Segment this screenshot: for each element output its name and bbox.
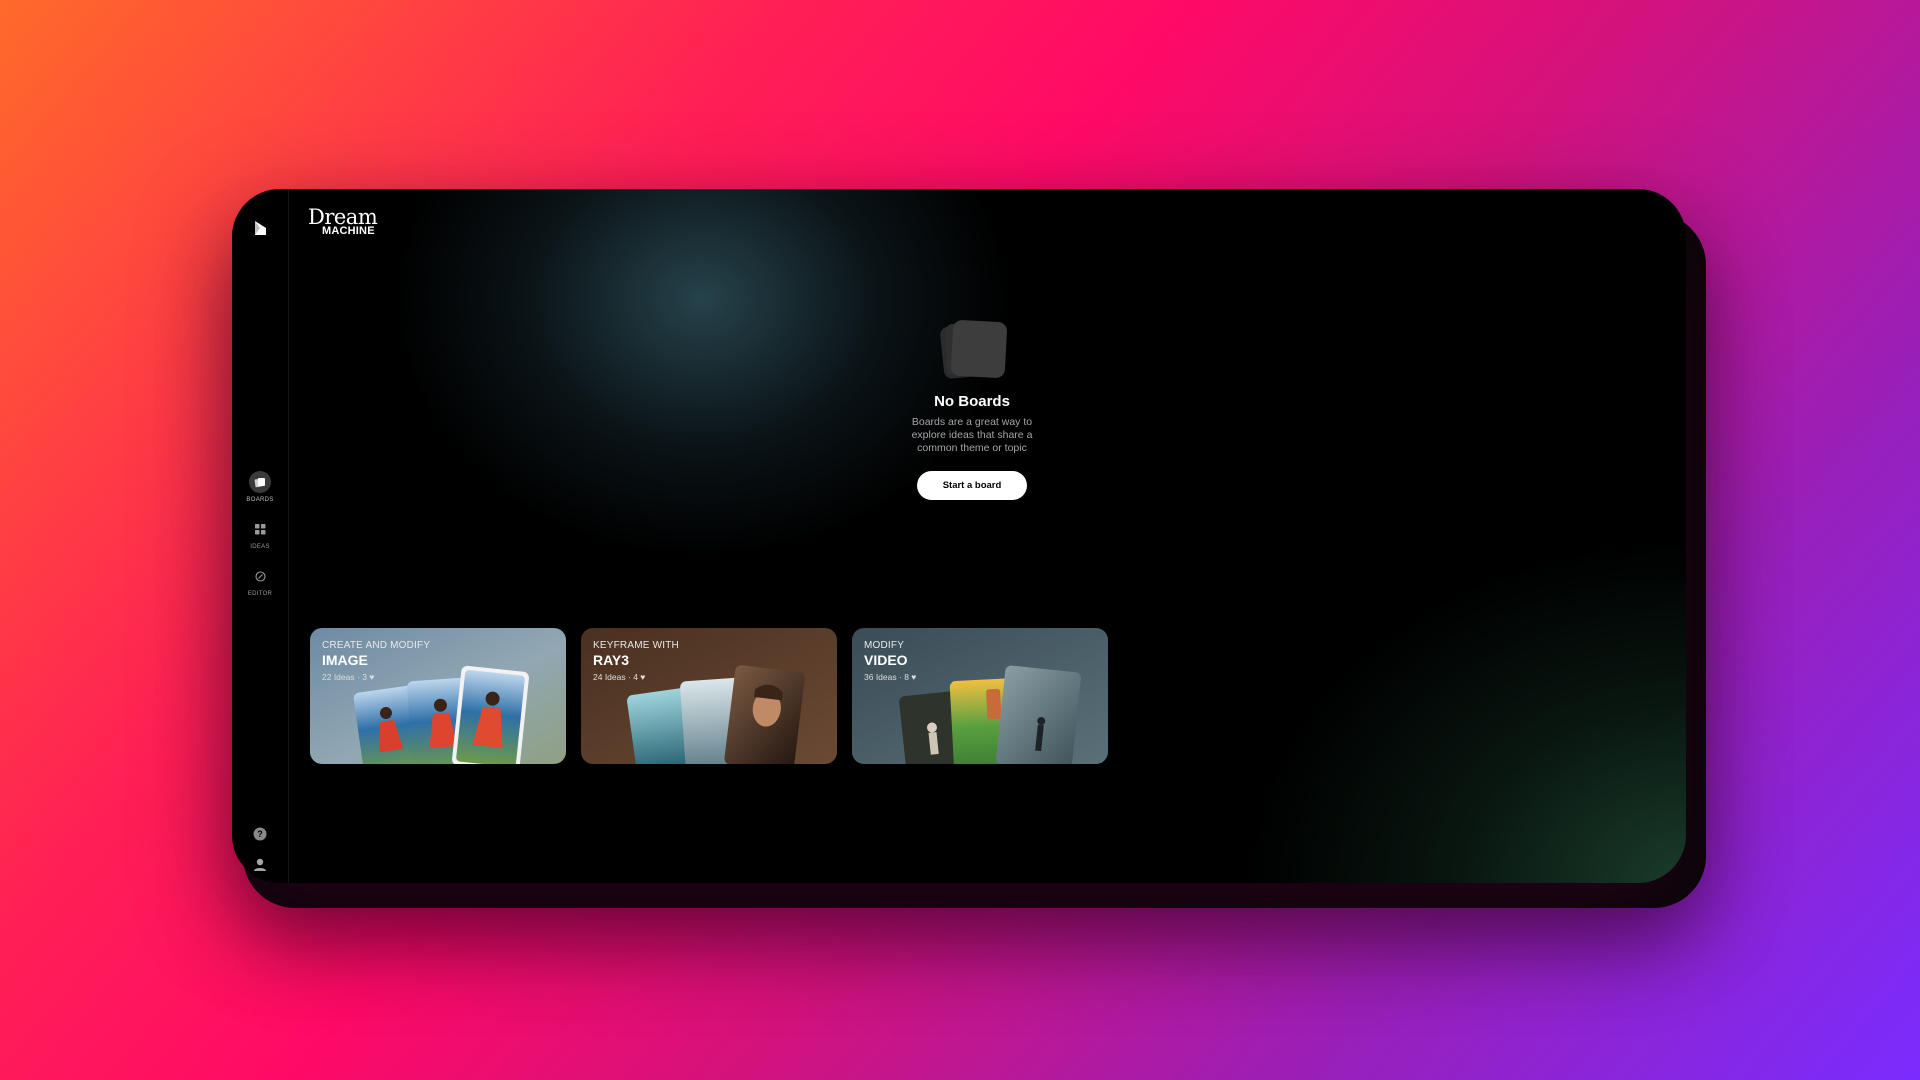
card-ray3-likes: 4 bbox=[633, 672, 638, 682]
card-image-likes: 3 bbox=[362, 672, 367, 682]
sidebar: BOARDS IDEAS EDITOR ? bbox=[232, 189, 289, 883]
card-image-text: CREATE AND MODIFY IMAGE 22 Ideas · 3 ♥ bbox=[322, 640, 430, 682]
nav-boards-label: BOARDS bbox=[246, 497, 274, 503]
card-video-ideas: 36 Ideas bbox=[864, 672, 897, 682]
card-ray3[interactable]: KEYFRAME WITH RAY3 24 Ideas · 4 ♥ bbox=[581, 628, 837, 764]
empty-state-title: No Boards bbox=[934, 393, 1010, 410]
card-ray3-ideas: 24 Ideas bbox=[593, 672, 626, 682]
card-image-title: IMAGE bbox=[322, 652, 368, 668]
heart-icon: ♥ bbox=[369, 672, 375, 682]
card-video-likes: 8 bbox=[904, 672, 909, 682]
app-window: BOARDS IDEAS EDITOR ? Dream MACHINE No B… bbox=[232, 189, 1686, 883]
app-brand: Dream MACHINE bbox=[308, 207, 378, 237]
card-image-ideas: 22 Ideas bbox=[322, 672, 355, 682]
card-image-meta: 22 Ideas · 3 ♥ bbox=[322, 672, 375, 682]
card-image-subtitle: CREATE AND MODIFY bbox=[322, 640, 431, 651]
grid-icon bbox=[249, 518, 271, 540]
nav-ideas-label: IDEAS bbox=[250, 544, 270, 550]
empty-state: No Boards Boards are a great way to expl… bbox=[872, 317, 1072, 500]
editor-icon bbox=[249, 565, 271, 587]
svg-text:?: ? bbox=[257, 829, 263, 839]
card-image[interactable]: CREATE AND MODIFY IMAGE 22 Ideas · 3 ♥ bbox=[310, 628, 566, 764]
empty-state-description: Boards are a great way to explore ideas … bbox=[911, 416, 1033, 454]
card-ray3-title: RAY3 bbox=[593, 652, 630, 668]
card-ray3-text: KEYFRAME WITH RAY3 24 Ideas · 4 ♥ bbox=[593, 640, 679, 682]
card-video-meta: 36 Ideas · 8 ♥ bbox=[864, 672, 917, 682]
card-video-subtitle: MODIFY bbox=[864, 640, 905, 651]
start-board-button[interactable]: Start a board bbox=[916, 471, 1028, 500]
nav-boards[interactable]: BOARDS bbox=[232, 471, 288, 503]
nav-editor-label: EDITOR bbox=[247, 591, 273, 597]
background-glow-bottom bbox=[1232, 529, 1686, 883]
help-icon[interactable]: ? bbox=[251, 825, 269, 843]
luma-logo-icon[interactable] bbox=[249, 217, 271, 239]
brand-machine: MACHINE bbox=[322, 225, 375, 237]
boards-icon bbox=[249, 471, 271, 493]
card-ray3-subtitle: KEYFRAME WITH bbox=[593, 640, 679, 651]
card-ray3-meta: 24 Ideas · 4 ♥ bbox=[593, 672, 646, 682]
nav-editor[interactable]: EDITOR bbox=[232, 565, 288, 597]
card-video-text: MODIFY VIDEO 36 Ideas · 8 ♥ bbox=[864, 640, 916, 682]
profile-icon[interactable] bbox=[251, 856, 269, 874]
heart-icon: ♥ bbox=[911, 672, 917, 682]
card-video-title: VIDEO bbox=[864, 652, 908, 668]
boards-stack-icon bbox=[932, 317, 1012, 383]
card-video[interactable]: MODIFY VIDEO 36 Ideas · 8 ♥ bbox=[852, 628, 1108, 764]
nav-ideas[interactable]: IDEAS bbox=[232, 518, 288, 550]
heart-icon: ♥ bbox=[640, 672, 646, 682]
